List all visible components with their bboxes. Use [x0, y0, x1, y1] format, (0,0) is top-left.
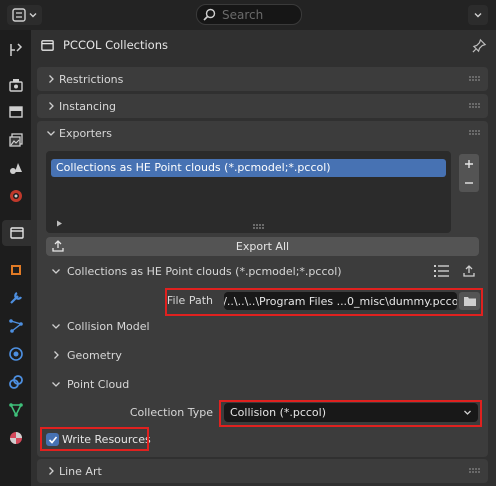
highlight-box: [40, 427, 149, 451]
editor-type-button[interactable]: [7, 5, 42, 25]
add-exporter-button[interactable]: [459, 154, 479, 173]
plus-icon: [465, 159, 473, 168]
tool-icon[interactable]: [6, 40, 26, 60]
chevron-down-icon: [52, 382, 60, 387]
chevron-right-icon: [49, 467, 54, 475]
chevron-down-icon: [29, 13, 37, 18]
drag-handle-icon[interactable]: [469, 103, 481, 109]
chevron-down-icon: [52, 324, 60, 329]
collection-icon[interactable]: [2, 220, 31, 246]
modifier-icon[interactable]: [6, 288, 26, 308]
top-header-bar: Search: [0, 0, 496, 30]
collision-model-header[interactable]: Collision Model: [45, 315, 150, 337]
instancing-panel-header[interactable]: Instancing: [37, 94, 488, 118]
subpanel-label: Geometry: [67, 348, 122, 362]
properties-main-area: PCCOL Collections Restrictions Instancin…: [31, 30, 496, 486]
restrictions-panel-header[interactable]: Restrictions: [37, 67, 488, 91]
panel-title: PCCOL Collections: [63, 38, 168, 52]
scene-icon[interactable]: [6, 158, 26, 178]
export-all-button[interactable]: Export All: [46, 237, 479, 256]
subpanel-label: Collections as HE Point clouds (*.pcmode…: [67, 264, 342, 278]
export-icon[interactable]: [462, 264, 476, 281]
object-icon[interactable]: [6, 260, 26, 280]
view-layer-icon[interactable]: [6, 130, 26, 150]
geometry-header[interactable]: Geometry: [45, 344, 122, 366]
render-icon[interactable]: [6, 75, 26, 95]
pin-icon[interactable]: [472, 38, 487, 56]
list-expand-icon[interactable]: [56, 217, 63, 230]
material-icon[interactable]: [6, 428, 26, 448]
chevron-down-icon: [474, 13, 482, 18]
constraints-icon[interactable]: [6, 372, 26, 392]
world-icon[interactable]: [6, 186, 26, 206]
collection-type-label: Collection Type: [129, 406, 213, 419]
output-icon[interactable]: [6, 102, 26, 122]
data-icon[interactable]: [6, 400, 26, 420]
drag-handle-icon[interactable]: [469, 76, 481, 82]
search-input[interactable]: Search: [196, 4, 302, 25]
panel-label: Restrictions: [59, 72, 124, 86]
point-cloud-header[interactable]: Point Cloud: [45, 373, 129, 395]
physics-icon[interactable]: [6, 344, 26, 364]
panel-label: Line Art: [59, 464, 102, 478]
collection-icon: [40, 38, 56, 54]
drag-handle-icon[interactable]: [469, 130, 481, 136]
highlight-box: [165, 288, 483, 316]
chevron-right-icon: [49, 102, 54, 110]
line-art-panel-header[interactable]: Line Art: [37, 459, 488, 483]
panel-label: Exporters: [59, 126, 113, 140]
remove-exporter-button[interactable]: [459, 173, 479, 192]
exporters-panel-header[interactable]: Exporters: [37, 121, 488, 145]
drag-handle-icon[interactable]: [469, 468, 481, 474]
panel-label: Instancing: [59, 99, 117, 113]
chevron-down-icon: [47, 131, 55, 136]
chevron-right-icon: [54, 351, 59, 359]
chevron-right-icon: [49, 75, 54, 83]
search-icon: [203, 8, 216, 21]
highlight-box: [219, 400, 482, 427]
chevron-down-icon: [52, 269, 60, 274]
properties-editor-icon: [12, 8, 26, 22]
list-item[interactable]: Collections as HE Point clouds (*.pcmode…: [51, 159, 446, 177]
export-all-label: Export All: [235, 240, 290, 253]
subpanel-label: Collision Model: [67, 319, 150, 333]
header-menu-button[interactable]: [468, 5, 488, 25]
subpanel-label: Point Cloud: [67, 377, 130, 391]
exporters-list[interactable]: Collections as HE Point clouds (*.pcmode…: [46, 151, 451, 233]
particles-icon[interactable]: [6, 316, 26, 336]
search-placeholder: Search: [222, 7, 264, 22]
minus-icon: [465, 181, 473, 184]
exporter-subpanel-header[interactable]: Collections as HE Point clouds (*.pcmode…: [45, 260, 342, 282]
export-icon: [52, 240, 64, 252]
properties-tab-bar: [0, 30, 31, 486]
list-settings-icon[interactable]: [434, 264, 450, 281]
resize-grip-icon[interactable]: [253, 220, 265, 233]
